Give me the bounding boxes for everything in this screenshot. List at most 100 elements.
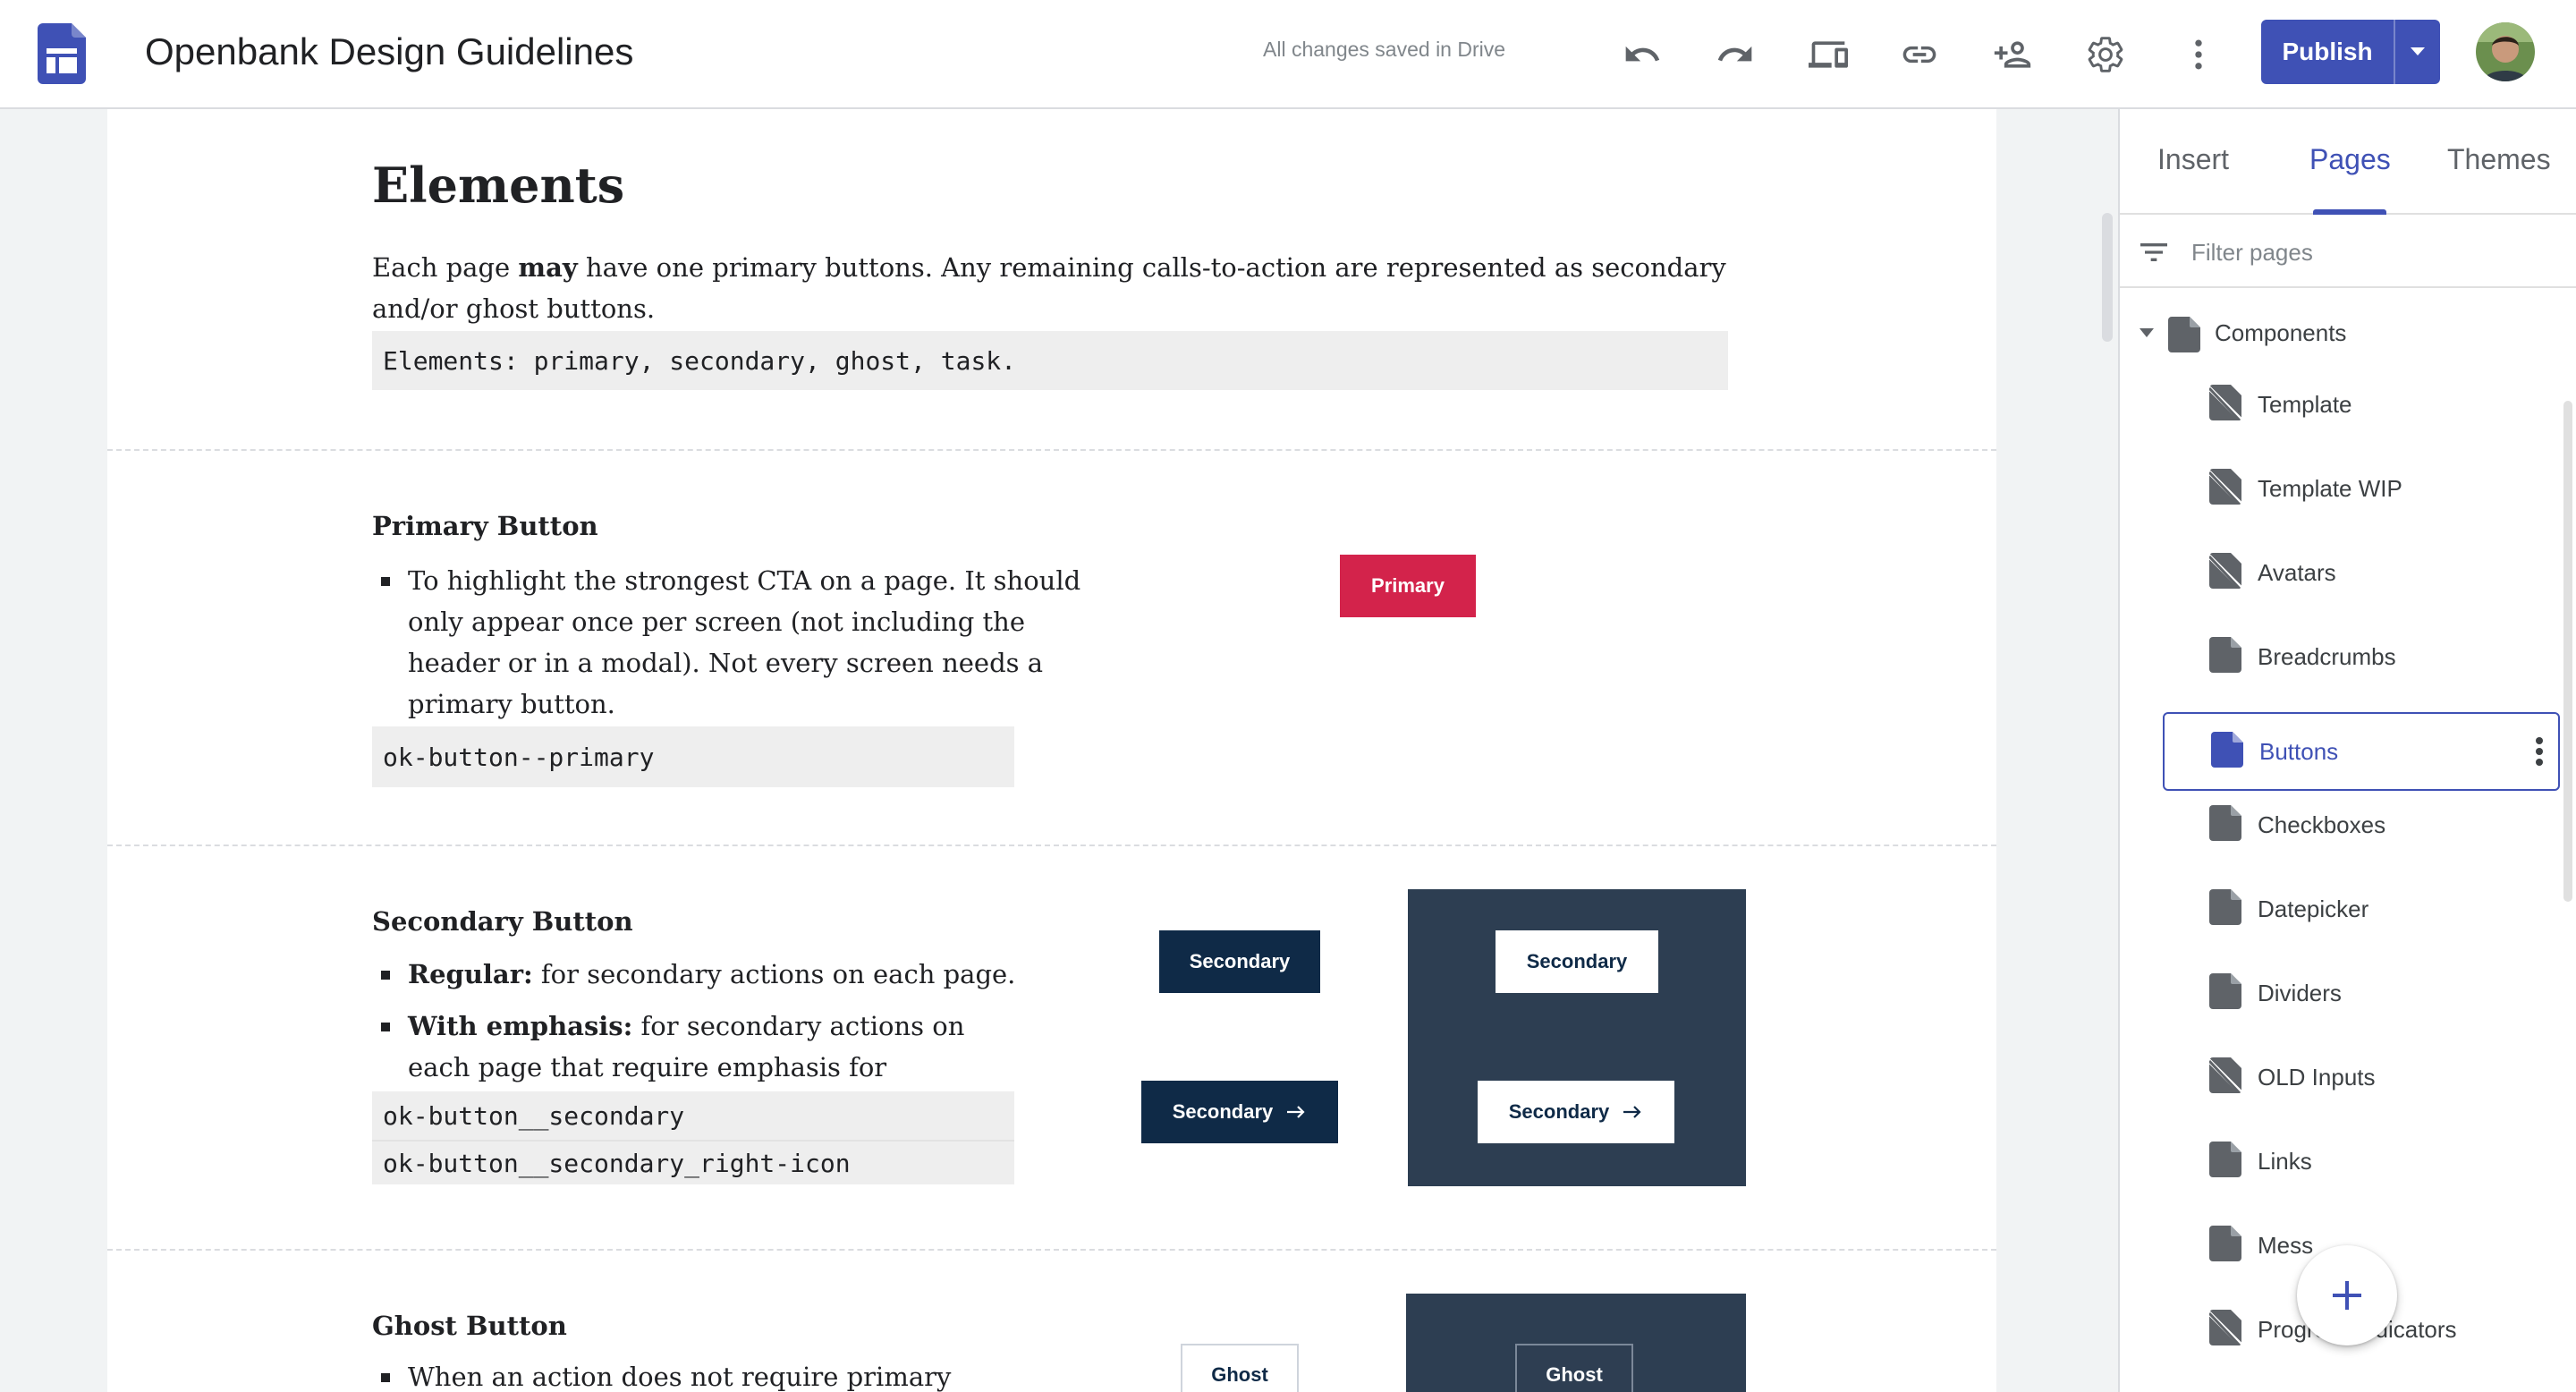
settings-button[interactable] <box>2079 28 2132 81</box>
list-item[interactable]: Regular: for secondary actions on each p… <box>372 954 1016 995</box>
list-item[interactable]: To highlight the strongest CTA on a page… <box>372 560 1123 725</box>
ghost-demo-button[interactable]: Ghost <box>1181 1344 1299 1392</box>
secondary-inverse-icon-demo-button[interactable]: Secondary <box>1478 1081 1674 1143</box>
text-run: for secondary actions on each page. <box>532 959 1016 989</box>
secondary-inverse-demo-button[interactable]: Secondary <box>1496 930 1658 993</box>
ghost-inverse-demo-button[interactable]: Ghost <box>1515 1344 1633 1392</box>
secondary-icon-demo-button[interactable]: Secondary <box>1141 1081 1338 1143</box>
filter-pages-input[interactable] <box>2191 234 2549 270</box>
primary-button-heading[interactable]: Primary Button <box>372 508 598 544</box>
secondary-icon-code-block[interactable]: ok-button__secondary_right-icon <box>372 1142 1014 1184</box>
page-icon <box>2209 973 2241 1009</box>
list-item[interactable]: When an action does not require primary <box>372 1356 1052 1392</box>
arrow-drop-down-icon <box>2411 47 2425 55</box>
text-run: Each page <box>372 252 519 283</box>
section-heading-elements[interactable]: Elements <box>372 154 624 216</box>
preview-devices-icon <box>1809 41 1848 68</box>
google-sites-logo-icon[interactable] <box>38 23 86 84</box>
secondary-demo-button[interactable]: Secondary <box>1159 930 1320 993</box>
page-item-label: Dividers <box>2258 980 2342 1006</box>
more-options-button[interactable] <box>2172 28 2225 81</box>
page-icon <box>2209 637 2241 673</box>
caret-down-icon[interactable] <box>2136 322 2157 344</box>
filter-pages-row <box>2120 216 2576 288</box>
button-label: Secondary <box>1508 1100 1610 1123</box>
page-item-label: OLD Inputs <box>2258 1064 2376 1091</box>
arrow-right-icon <box>1287 1106 1305 1118</box>
page-item-label: Buttons <box>2259 738 2339 765</box>
redo-button[interactable] <box>1708 28 1762 81</box>
hidden-page-icon <box>2209 385 2241 420</box>
section-divider <box>107 845 1996 846</box>
publish-options-button[interactable] <box>2395 20 2440 84</box>
active-tab-indicator <box>2313 209 2386 215</box>
site-title[interactable]: Openbank Design Guidelines <box>145 27 633 77</box>
elements-description[interactable]: Each page may have one primary buttons. … <box>372 247 1750 329</box>
page-canvas[interactable]: Elements Each page may have one primary … <box>107 109 1996 1392</box>
tree-item-label: Components <box>2215 319 2347 346</box>
publish-split-button: Publish <box>2261 20 2440 84</box>
text-run-bold: may <box>518 252 578 283</box>
page-icon <box>2209 889 2241 925</box>
top-app-bar: Openbank Design Guidelines All changes s… <box>0 0 2576 109</box>
preview-button[interactable] <box>1801 28 1855 81</box>
page-item-checkboxes[interactable]: Checkboxes <box>2163 785 2560 864</box>
secondary-code-block[interactable]: ok-button__secondary <box>372 1091 1014 1142</box>
link-icon <box>1902 46 1936 64</box>
primary-demo-button[interactable]: Primary <box>1340 555 1476 617</box>
add-page-button[interactable] <box>2297 1245 2397 1345</box>
ghost-button-heading[interactable]: Ghost Button <box>372 1308 567 1344</box>
undo-icon <box>1625 46 1660 62</box>
share-button[interactable] <box>1986 28 2039 81</box>
page-item-buttons[interactable]: Buttons <box>2163 712 2560 791</box>
page-item-links[interactable]: Links <box>2163 1122 2560 1201</box>
canvas-scrollbar-thumb[interactable] <box>2102 213 2113 342</box>
tab-insert[interactable]: Insert <box>2157 141 2229 177</box>
page-icon <box>2209 805 2241 841</box>
hidden-page-icon <box>2209 553 2241 589</box>
primary-code-block[interactable]: ok-button--primary <box>372 726 1014 787</box>
settings-icon <box>2088 37 2123 72</box>
save-status: All changes saved in Drive <box>1263 38 1506 61</box>
arrow-right-icon <box>1623 1106 1641 1118</box>
side-panel: Insert Pages Themes Components Template … <box>2118 109 2576 1392</box>
tab-themes[interactable]: Themes <box>2447 141 2551 177</box>
hidden-page-icon <box>2209 1310 2241 1345</box>
page-icon <box>2209 1142 2241 1177</box>
page-item-label: Template WIP <box>2258 475 2402 502</box>
page-item-template[interactable]: Template <box>2163 365 2560 444</box>
user-photo-icon <box>2476 22 2535 81</box>
text-run-bold: Regular: <box>408 959 533 989</box>
redo-icon <box>1717 46 1752 62</box>
pages-scrollbar-thumb[interactable] <box>2563 401 2572 902</box>
secondary-button-heading[interactable]: Secondary Button <box>372 904 633 939</box>
publish-button[interactable]: Publish <box>2261 20 2394 84</box>
section-divider <box>107 449 1996 451</box>
page-icon <box>2168 317 2200 352</box>
insert-link-button[interactable] <box>1893 28 1946 81</box>
more-vert-icon[interactable] <box>2533 735 2546 768</box>
hidden-page-icon <box>2209 1057 2241 1093</box>
side-panel-tabs: Insert Pages Themes <box>2120 109 2576 215</box>
page-item-dividers[interactable]: Dividers <box>2163 954 2560 1032</box>
button-label: Secondary <box>1172 1100 1274 1123</box>
ghost-bullet-list: When an action does not require primary <box>372 1356 1052 1392</box>
primary-bullet-list: To highlight the strongest CTA on a page… <box>372 560 1123 725</box>
account-avatar[interactable] <box>2476 22 2535 81</box>
page-icon <box>2211 732 2243 768</box>
page-item-old-inputs[interactable]: OLD Inputs <box>2163 1038 2560 1116</box>
tab-pages[interactable]: Pages <box>2309 141 2391 177</box>
page-item-label: Avatars <box>2258 559 2336 586</box>
elements-code-block[interactable]: Elements: primary, secondary, ghost, tas… <box>372 331 1728 390</box>
page-item-template-wip[interactable]: Template WIP <box>2163 449 2560 528</box>
section-divider <box>107 1249 1996 1251</box>
page-item-avatars[interactable]: Avatars <box>2163 533 2560 612</box>
tree-item-components[interactable]: Components <box>2120 306 2576 360</box>
page-item-label: Breadcrumbs <box>2258 643 2396 670</box>
page-item-label: Template <box>2258 391 2352 418</box>
page-item-breadcrumbs[interactable]: Breadcrumbs <box>2163 617 2560 696</box>
page-item-datepicker[interactable]: Datepicker <box>2163 870 2560 948</box>
undo-button[interactable] <box>1615 28 1669 81</box>
page-item-label: Mess <box>2258 1232 2314 1259</box>
text-run-bold: With emphasis: <box>408 1011 633 1041</box>
